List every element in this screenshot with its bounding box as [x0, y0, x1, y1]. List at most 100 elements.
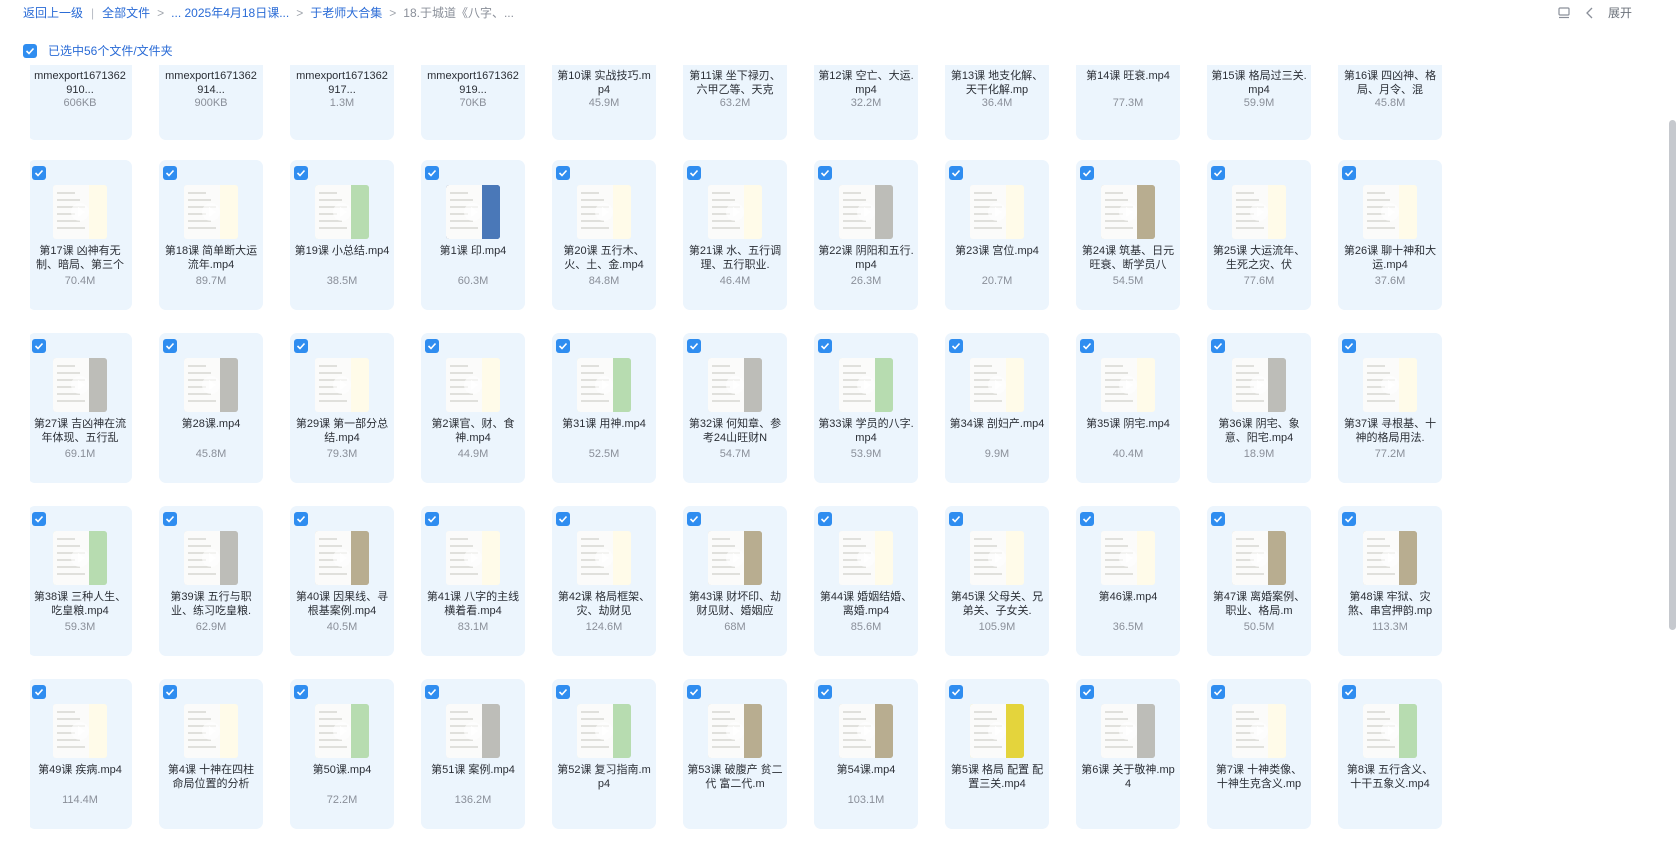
- file-checkbox[interactable]: [32, 512, 46, 526]
- chevron-left-icon[interactable]: [1582, 5, 1598, 21]
- file-checkbox[interactable]: [32, 166, 46, 180]
- file-card-video[interactable]: 第14课 旺衰.mp4 77.3M: [1076, 65, 1180, 140]
- file-checkbox[interactable]: [163, 512, 177, 526]
- file-checkbox[interactable]: [1211, 685, 1225, 699]
- file-checkbox[interactable]: [687, 339, 701, 353]
- expand-button[interactable]: 展开: [1608, 4, 1632, 21]
- file-card-video[interactable]: 第7课 十神类像、十神生克含义.mp: [1207, 679, 1311, 829]
- file-card-video[interactable]: 第50课.mp4 72.2M: [290, 679, 394, 829]
- file-card-video[interactable]: 第8课 五行含义、十干五象义.mp4: [1338, 679, 1442, 829]
- file-checkbox[interactable]: [163, 685, 177, 699]
- file-checkbox[interactable]: [163, 339, 177, 353]
- file-card-video[interactable]: 第42课 格局框架、灾、劫财见 124.6M: [552, 506, 656, 656]
- file-checkbox[interactable]: [1211, 166, 1225, 180]
- file-card-video[interactable]: 第31课 用神.mp4 52.5M: [552, 333, 656, 483]
- file-checkbox[interactable]: [949, 685, 963, 699]
- breadcrumb-all-files[interactable]: 全部文件: [102, 4, 150, 21]
- file-card-video[interactable]: 第22课 阴阳和五行.mp4 26.3M: [814, 160, 918, 310]
- file-card-video[interactable]: 第54课.mp4 103.1M: [814, 679, 918, 829]
- file-card-video[interactable]: 第29课 第一部分总结.mp4 79.3M: [290, 333, 394, 483]
- file-checkbox[interactable]: [818, 166, 832, 180]
- file-checkbox[interactable]: [949, 339, 963, 353]
- file-card-video[interactable]: 第35课 阴宅.mp4 40.4M: [1076, 333, 1180, 483]
- file-checkbox[interactable]: [1342, 512, 1356, 526]
- file-card-video[interactable]: 第48课 牢狱、灾煞、串宫押韵.mp 113.3M: [1338, 506, 1442, 656]
- file-checkbox[interactable]: [425, 512, 439, 526]
- file-card-video[interactable]: 第6课 关于敬神.mp4: [1076, 679, 1180, 829]
- file-card-video[interactable]: 第37课 寻根基、十神的格局用法. 77.2M: [1338, 333, 1442, 483]
- select-all-checkbox[interactable]: [23, 43, 37, 58]
- file-card-video[interactable]: 第40课 因果线、寻根基案例.mp4 40.5M: [290, 506, 394, 656]
- file-card-video[interactable]: 第20课 五行木、火、土、金.mp4 84.8M: [552, 160, 656, 310]
- file-card-video[interactable]: 第41课 八字的主线 横着看.mp4 83.1M: [421, 506, 525, 656]
- file-card-video[interactable]: 第23课 宫位.mp4 20.7M: [945, 160, 1049, 310]
- file-card-video[interactable]: 第5课 格局 配置 配置三关.mp4: [945, 679, 1049, 829]
- file-card-video[interactable]: 第47课 离婚案例、职业、格局.m 50.5M: [1207, 506, 1311, 656]
- file-card-video[interactable]: 第32课 何知章、参考24山旺财N 54.7M: [683, 333, 787, 483]
- file-card-video[interactable]: 第25课 大运流年、生死之灾、伏 77.6M: [1207, 160, 1311, 310]
- file-card-video[interactable]: 第46课.mp4 36.5M: [1076, 506, 1180, 656]
- file-card-video[interactable]: 第12课 空亡、大运.mp4 32.2M: [814, 65, 918, 140]
- file-card-image[interactable]: mmexport1671362910... 606KB: [30, 65, 132, 140]
- file-checkbox[interactable]: [32, 339, 46, 353]
- file-card-video[interactable]: 第52课 复习指南.mp4: [552, 679, 656, 829]
- scrollbar[interactable]: [1669, 120, 1676, 630]
- file-card-video[interactable]: 第13课 地支化解、天干化解.mp 36.4M: [945, 65, 1049, 140]
- breadcrumb-collection[interactable]: 于老师大合集: [310, 4, 382, 21]
- file-checkbox[interactable]: [687, 166, 701, 180]
- file-checkbox[interactable]: [1342, 339, 1356, 353]
- file-checkbox[interactable]: [556, 166, 570, 180]
- file-card-video[interactable]: 第44课 婚姻结婚、离婚.mp4 85.6M: [814, 506, 918, 656]
- file-checkbox[interactable]: [425, 339, 439, 353]
- file-card-image[interactable]: mmexport1671362919... 70KB: [421, 65, 525, 140]
- file-checkbox[interactable]: [818, 512, 832, 526]
- file-checkbox[interactable]: [32, 685, 46, 699]
- file-card-video[interactable]: 第2课官、财、食神.mp4 44.9M: [421, 333, 525, 483]
- file-card-video[interactable]: 第17课 凶神有无制、暗局、第三个 70.4M: [30, 160, 132, 310]
- file-card-video[interactable]: 第39课 五行与职业、练习吃皇粮. 62.9M: [159, 506, 263, 656]
- file-card-video[interactable]: 第27课 吉凶神在流年体现、五行乱 69.1M: [30, 333, 132, 483]
- file-card-video[interactable]: 第26课 聊十神和大运.mp4 37.6M: [1338, 160, 1442, 310]
- file-card-video[interactable]: 第51课 案例.mp4 136.2M: [421, 679, 525, 829]
- breadcrumb-course-folder[interactable]: ... 2025年4月18日课...: [171, 4, 289, 21]
- file-card-video[interactable]: 第36课 阴宅、象意、阳宅.mp4 18.9M: [1207, 333, 1311, 483]
- file-checkbox[interactable]: [425, 166, 439, 180]
- file-card-video[interactable]: 第33课 学员的八字.mp4 53.9M: [814, 333, 918, 483]
- file-checkbox[interactable]: [949, 166, 963, 180]
- file-card-video[interactable]: 第38课 三种人生、吃皇粮.mp4 59.3M: [30, 506, 132, 656]
- list-view-icon[interactable]: [1556, 5, 1572, 21]
- file-checkbox[interactable]: [687, 685, 701, 699]
- file-checkbox[interactable]: [687, 512, 701, 526]
- file-checkbox[interactable]: [1080, 166, 1094, 180]
- file-checkbox[interactable]: [163, 166, 177, 180]
- file-card-video[interactable]: 第49课 疾病.mp4 114.4M: [30, 679, 132, 829]
- file-card-image[interactable]: mmexport1671362917... 1.3M: [290, 65, 394, 140]
- file-card-video[interactable]: 第43课 财坏印、劫财见财、婚姻应 68M: [683, 506, 787, 656]
- file-card-video[interactable]: 第34课 剖妇产.mp4 9.9M: [945, 333, 1049, 483]
- file-card-video[interactable]: 第1课 印.mp4 60.3M: [421, 160, 525, 310]
- file-checkbox[interactable]: [294, 339, 308, 353]
- file-card-video[interactable]: 第18课 简单断大运流年.mp4 89.7M: [159, 160, 263, 310]
- file-checkbox[interactable]: [818, 685, 832, 699]
- file-card-video[interactable]: 第11课 坐下禄刃、六甲乙等、天克 63.2M: [683, 65, 787, 140]
- file-checkbox[interactable]: [556, 339, 570, 353]
- file-checkbox[interactable]: [1211, 339, 1225, 353]
- file-checkbox[interactable]: [1211, 512, 1225, 526]
- file-checkbox[interactable]: [556, 685, 570, 699]
- file-checkbox[interactable]: [294, 166, 308, 180]
- file-checkbox[interactable]: [1080, 512, 1094, 526]
- file-card-image[interactable]: mmexport1671362914... 900KB: [159, 65, 263, 140]
- file-card-video[interactable]: 第4课 十神在四柱命局位置的分析: [159, 679, 263, 829]
- file-checkbox[interactable]: [1342, 166, 1356, 180]
- file-checkbox[interactable]: [1080, 685, 1094, 699]
- file-checkbox[interactable]: [818, 339, 832, 353]
- file-card-video[interactable]: 第53课 破腹产 贫二代 富二代.m: [683, 679, 787, 829]
- file-card-video[interactable]: 第19课 小总结.mp4 38.5M: [290, 160, 394, 310]
- file-checkbox[interactable]: [1080, 339, 1094, 353]
- file-card-video[interactable]: 第16课 四凶神、格局、月令、混 45.8M: [1338, 65, 1442, 140]
- file-card-video[interactable]: 第15课 格局过三关.mp4 59.9M: [1207, 65, 1311, 140]
- file-card-video[interactable]: 第21课 水、五行调理、五行职业. 46.4M: [683, 160, 787, 310]
- back-link[interactable]: 返回上一级: [23, 4, 83, 21]
- file-checkbox[interactable]: [294, 512, 308, 526]
- file-card-video[interactable]: 第24课 筑基、日元旺衰、断学员八 54.5M: [1076, 160, 1180, 310]
